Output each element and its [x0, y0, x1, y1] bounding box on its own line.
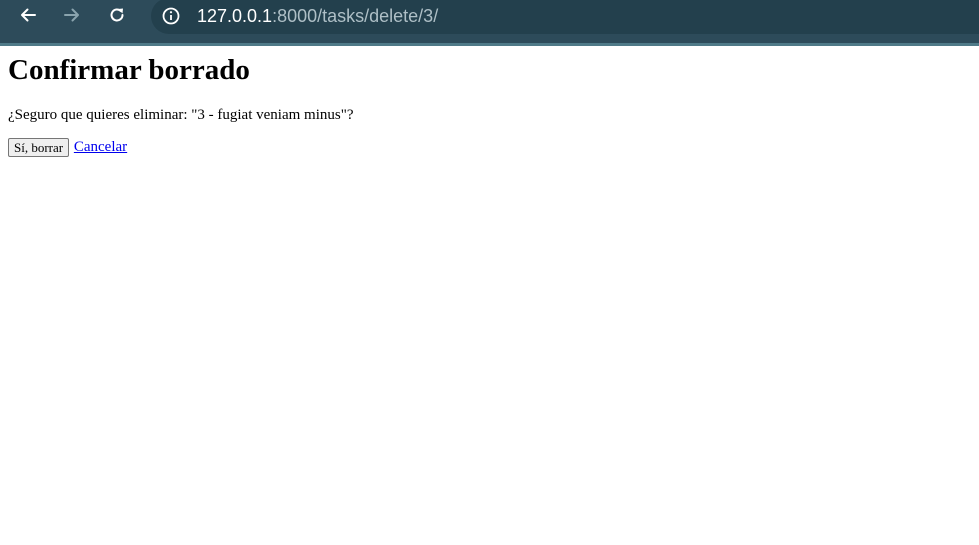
confirm-delete-button[interactable]: Sí, borrar: [8, 138, 70, 157]
cancel-link[interactable]: Cancelar: [74, 139, 127, 155]
arrow-right-icon: [64, 8, 79, 22]
arrow-left-icon: [21, 8, 36, 22]
browser-toolbar: 127.0.0.1:8000/tasks/delete/3/: [0, 0, 979, 46]
url-text[interactable]: 127.0.0.1:8000/tasks/delete/3/: [197, 4, 438, 28]
confirmation-question: ¿Seguro que quieres eliminar: "3 - fugia…: [8, 107, 354, 123]
info-icon[interactable]: [161, 6, 181, 26]
back-button[interactable]: [13, 4, 43, 26]
reload-icon: [110, 8, 124, 22]
form-actions: Sí, borrar Cancelar: [8, 138, 127, 157]
url-host: 127.0.0.1: [197, 6, 273, 26]
url-path: :8000/tasks/delete/3/: [272, 6, 439, 26]
reload-button[interactable]: [102, 4, 132, 26]
page-title: Confirmar borrado: [8, 54, 250, 86]
forward-button[interactable]: [57, 4, 87, 26]
